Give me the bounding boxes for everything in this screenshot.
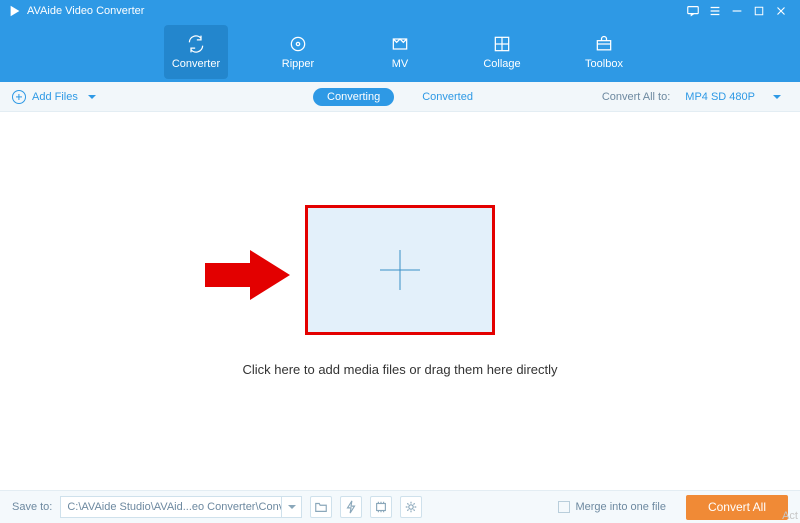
toolbox-icon <box>594 34 614 54</box>
nav-mv[interactable]: MV <box>368 25 432 79</box>
format-select[interactable]: MP4 SD 480P <box>678 88 788 106</box>
convert-all-format: Convert All to: MP4 SD 480P <box>602 88 788 106</box>
tab-converted[interactable]: Converted <box>408 88 487 106</box>
nav-label: Converter <box>172 58 220 70</box>
format-value: MP4 SD 480P <box>685 91 755 103</box>
save-path-dropdown[interactable] <box>281 497 301 517</box>
save-to-label: Save to: <box>12 501 52 513</box>
annotation-arrow-icon <box>205 250 290 305</box>
bottom-bar: Save to: C:\AVAide Studio\AVAid...eo Con… <box>0 490 800 523</box>
app-logo: AVAide Video Converter <box>8 4 144 18</box>
add-files-label: Add Files <box>32 91 78 103</box>
minimize-button[interactable] <box>726 0 748 22</box>
chevron-down-icon <box>88 95 96 99</box>
gpu-accel-button[interactable] <box>370 496 392 518</box>
feedback-button[interactable] <box>682 0 704 22</box>
open-folder-button[interactable] <box>310 496 332 518</box>
chevron-down-icon <box>288 505 296 509</box>
chevron-down-icon <box>773 95 781 99</box>
convert-all-button[interactable]: Convert All <box>686 495 788 520</box>
nav-label: MV <box>392 58 409 70</box>
sub-toolbar: Add Files Converting Converted Convert A… <box>0 82 800 112</box>
settings-button[interactable] <box>400 496 422 518</box>
high-speed-button[interactable] <box>340 496 362 518</box>
convert-all-label: Convert All to: <box>602 91 670 103</box>
plus-circle-icon <box>12 90 26 104</box>
save-path-input[interactable]: C:\AVAide Studio\AVAid...eo Converter\Co… <box>61 501 281 513</box>
menu-button[interactable] <box>704 0 726 22</box>
collage-icon <box>492 34 512 54</box>
app-title: AVAide Video Converter <box>27 5 144 17</box>
merge-checkbox[interactable]: Merge into one file <box>558 501 666 513</box>
ripper-icon <box>288 34 308 54</box>
nav-ripper[interactable]: Ripper <box>266 25 330 79</box>
status-tabs: Converting Converted <box>313 88 487 106</box>
main-nav: Converter Ripper MV Collage Toolbox <box>0 22 800 82</box>
nav-label: Toolbox <box>585 58 623 70</box>
plus-icon <box>380 250 420 290</box>
nav-converter[interactable]: Converter <box>164 25 228 79</box>
close-button[interactable] <box>770 0 792 22</box>
nav-toolbox[interactable]: Toolbox <box>572 25 636 79</box>
merge-label: Merge into one file <box>575 501 666 513</box>
converter-icon <box>186 34 206 54</box>
nav-collage[interactable]: Collage <box>470 25 534 79</box>
title-bar: AVAide Video Converter <box>0 0 800 22</box>
play-icon <box>8 4 22 18</box>
maximize-button[interactable] <box>748 0 770 22</box>
add-media-dropzone[interactable] <box>305 205 495 335</box>
main-area: Click here to add media files or drag th… <box>0 112 800 490</box>
tab-converting[interactable]: Converting <box>313 88 394 106</box>
nav-label: Ripper <box>282 58 314 70</box>
checkbox-icon <box>558 501 570 513</box>
watermark-text: Act <box>780 509 800 523</box>
dropzone-hint: Click here to add media files or drag th… <box>0 362 800 377</box>
nav-label: Collage <box>483 58 520 70</box>
mv-icon <box>390 34 410 54</box>
save-path-box: C:\AVAide Studio\AVAid...eo Converter\Co… <box>60 496 302 518</box>
add-files-button[interactable]: Add Files <box>12 90 96 104</box>
